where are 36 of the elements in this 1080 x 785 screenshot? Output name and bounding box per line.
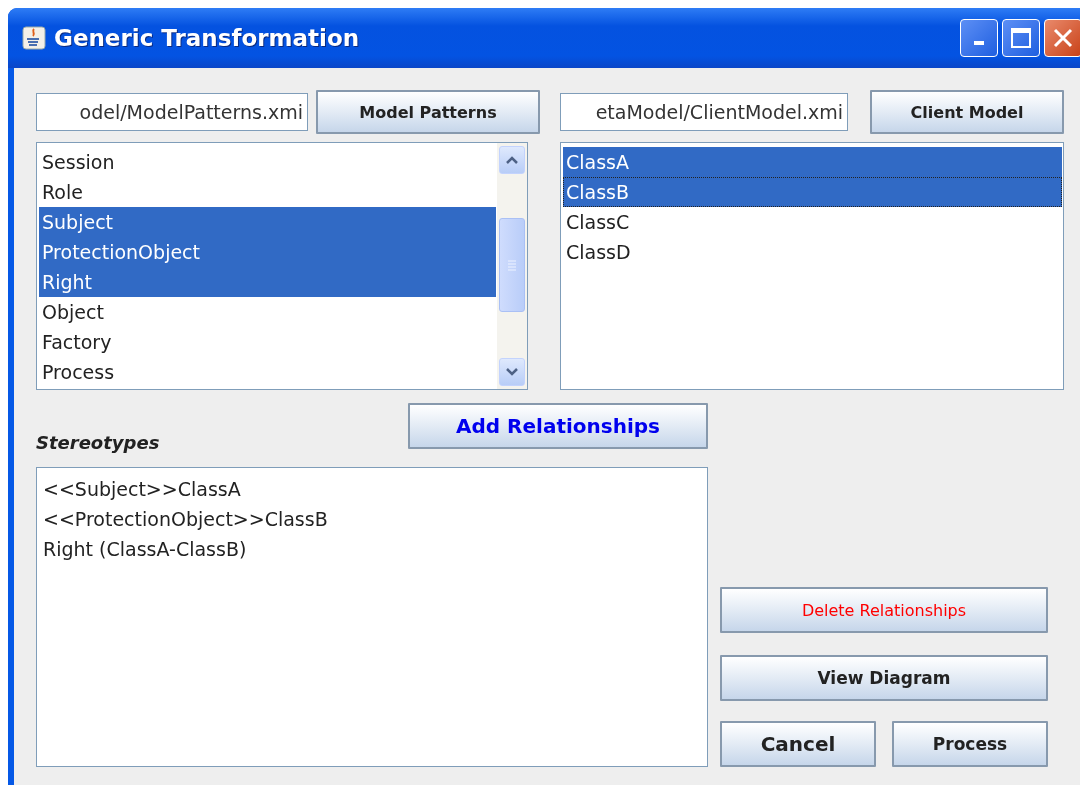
- stereotypes-area[interactable]: <<Subject>>ClassA <<ProtectionObject>>ClassB Right (ClassA-ClassB): [36, 467, 708, 767]
- list-item[interactable]: Object: [39, 297, 496, 327]
- close-icon[interactable]: [1044, 19, 1080, 57]
- list-box[interactable]: Session Role Subject ProtectionObject Right Object Factory Process: [36, 142, 528, 390]
- cup-icon: [22, 26, 46, 50]
- window-title: Generic Transformation: [54, 25, 360, 51]
- minimize-icon[interactable]: [960, 19, 998, 57]
- list-item[interactable]: Session: [39, 147, 496, 177]
- list-item[interactable]: ClassD: [563, 237, 1062, 267]
- list-item[interactable]: Process: [39, 357, 496, 387]
- button[interactable]: Process: [892, 721, 1048, 767]
- button[interactable]: Model Patterns: [316, 90, 540, 134]
- scroll-down-icon[interactable]: [499, 358, 525, 386]
- text-line: Right (ClassA-ClassB): [43, 537, 248, 562]
- button[interactable]: Client Model: [870, 90, 1064, 134]
- list-item[interactable]: ProtectionObject: [39, 237, 496, 267]
- list-item[interactable]: Factory: [39, 327, 496, 357]
- maximize-icon[interactable]: [1002, 19, 1040, 57]
- list-item[interactable]: ClassA: [563, 147, 1062, 177]
- list-item[interactable]: Subject: [39, 207, 496, 237]
- button[interactable]: View Diagram: [720, 655, 1048, 701]
- list-item[interactable]: Role: [39, 177, 496, 207]
- text-line: <<ProtectionObject>>ClassB: [43, 507, 329, 532]
- scrollbar[interactable]: [497, 143, 527, 389]
- path-field[interactable]: etaModel/ClientModel.xmi: [560, 93, 848, 131]
- path-field[interactable]: odel/ModelPatterns.xmi: [36, 93, 308, 131]
- button[interactable]: Add Relationships: [408, 403, 708, 449]
- list-item[interactable]: Right: [39, 267, 496, 297]
- list-item[interactable]: ClassB: [563, 177, 1062, 207]
- button[interactable]: Cancel: [720, 721, 876, 767]
- section-label: Stereotypes: [36, 432, 160, 453]
- scroll-up-icon[interactable]: [499, 146, 525, 174]
- text-line: <<Subject>>ClassA: [43, 477, 242, 502]
- list-item[interactable]: ClassC: [563, 207, 1062, 237]
- list-box[interactable]: ClassA ClassB ClassC ClassD: [560, 142, 1064, 390]
- scroll-thumb[interactable]: [499, 218, 525, 312]
